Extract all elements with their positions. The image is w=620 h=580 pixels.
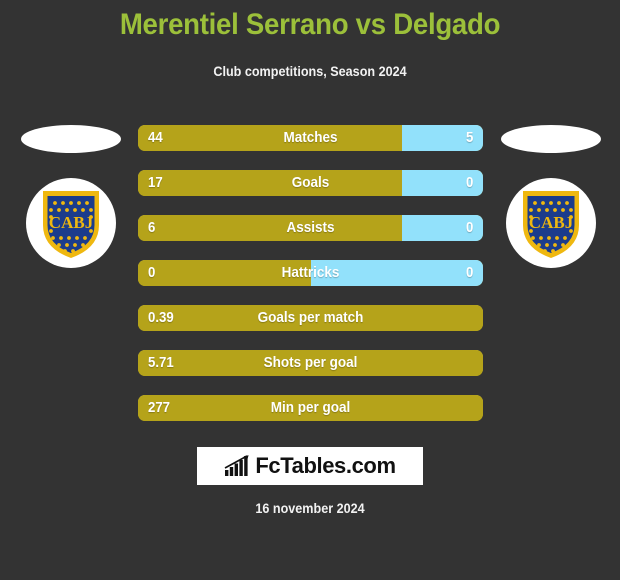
stat-row-goals-per-match: 0.39 Goals per match (138, 305, 483, 331)
bar-chart-growth-icon (224, 455, 249, 476)
stat-label: Hattricks (281, 264, 340, 281)
stat-comparison-card: Merentiel Serrano vs Delgado Club compet… (0, 0, 620, 580)
stat-row-goals: 17 Goals 0 (138, 170, 483, 196)
stat-value-right: 0 (465, 174, 473, 191)
stat-row-shots-per-goal: 5.71 Shots per goal (138, 350, 483, 376)
stat-value-right: 5 (465, 129, 473, 146)
page-subtitle: Club competitions, Season 2024 (213, 63, 407, 79)
club-badge-left-text: CABJ (49, 213, 94, 232)
stat-row-assists: 6 Assists 0 (138, 215, 483, 241)
club-badge-right-text: CABJ (529, 213, 574, 232)
stat-label: Min per goal (270, 399, 351, 416)
stat-label: Assists (286, 219, 335, 236)
stat-label: Goals per match (257, 309, 364, 326)
stat-label: Matches (283, 129, 338, 146)
fctables-logo-text: FcTables.com (255, 453, 396, 478)
stat-row-matches: 44 Matches 5 (138, 125, 483, 151)
stat-bars-list: 44 Matches 5 17 Goals 0 6 Assists 0 0 Ha… (138, 125, 483, 440)
stat-row-hattricks: 0 Hattricks 0 (138, 260, 483, 286)
stat-value-left: 6 (148, 219, 156, 236)
page-title: Merentiel Serrano vs Delgado (119, 8, 501, 41)
player-left-column: CABJ (7, 120, 135, 290)
player-right-column: CABJ (487, 120, 615, 290)
club-badge-cabj-icon: CABJ (523, 191, 579, 258)
player-left-photo-placeholder (21, 125, 121, 153)
club-badge-cabj-icon: CABJ (43, 191, 99, 258)
fctables-logo[interactable]: FcTables.com (197, 447, 423, 485)
stat-label: Shots per goal (263, 354, 358, 371)
stat-value-left: 0 (148, 264, 156, 281)
player-right-photo-placeholder (501, 125, 601, 153)
stat-value-right: 0 (465, 264, 473, 281)
stat-label: Goals (291, 174, 330, 191)
stat-row-min-per-goal: 277 Min per goal (138, 395, 483, 421)
report-date: 16 november 2024 (255, 500, 365, 516)
stat-value-right: 0 (465, 219, 473, 236)
